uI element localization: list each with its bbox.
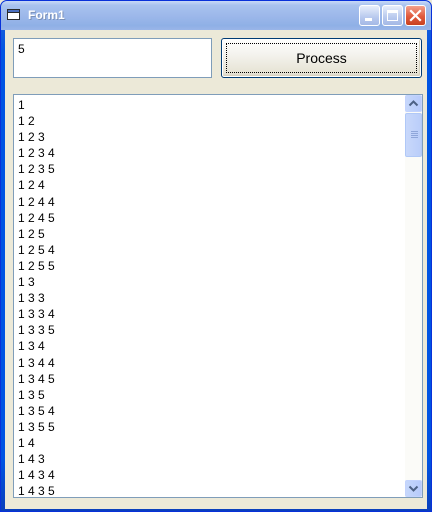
thumb-grip [411, 137, 418, 138]
vertical-scrollbar[interactable] [405, 95, 422, 497]
thumb-grip [411, 131, 418, 132]
scroll-down-button[interactable] [405, 480, 422, 497]
list-item[interactable]: 1 3 3 [16, 290, 402, 306]
list-item[interactable]: 1 2 3 5 [16, 161, 402, 177]
window-title: Form1 [28, 8, 65, 22]
close-button[interactable] [405, 5, 426, 26]
list-item[interactable]: 1 2 5 4 [16, 242, 402, 258]
maximize-icon [387, 10, 398, 21]
thumb-grip [411, 133, 418, 134]
form-window: Form1 5 Process 11 21 2 31 2 3 4 1 2 3 5… [0, 0, 432, 512]
focus-rectangle [226, 43, 417, 73]
scroll-up-button[interactable] [405, 95, 422, 112]
form-icon [7, 8, 21, 21]
list-item[interactable]: 1 3 4 [16, 338, 402, 354]
minimize-button[interactable] [359, 5, 380, 26]
list-item[interactable]: 1 3 5 5 [16, 419, 402, 435]
scroll-thumb[interactable] [405, 113, 422, 157]
close-icon [409, 9, 422, 22]
list-item[interactable]: 1 3 3 4 [16, 306, 402, 322]
list-item[interactable]: 1 3 4 4 [16, 355, 402, 371]
list-item[interactable]: 1 2 [16, 113, 402, 129]
list-items: 11 21 2 31 2 3 41 2 3 51 2 41 2 4 41 2 4… [16, 97, 402, 497]
list-item[interactable]: 1 2 4 5 [16, 210, 402, 226]
minimize-icon [365, 18, 372, 21]
list-item[interactable]: 1 2 5 [16, 226, 402, 242]
number-input-value: 5 [18, 42, 25, 56]
chevron-up-icon [408, 100, 419, 107]
number-input[interactable]: 5 [13, 38, 212, 78]
list-item[interactable]: 1 4 3 5 [16, 483, 402, 497]
list-item[interactable]: 1 3 5 4 [16, 403, 402, 419]
list-item[interactable]: 1 3 [16, 274, 402, 290]
process-button[interactable]: Process [221, 38, 422, 78]
list-item[interactable]: 1 [16, 97, 402, 113]
maximize-button[interactable] [382, 5, 403, 26]
list-item[interactable]: 1 3 5 [16, 387, 402, 403]
output-listbox[interactable]: 11 21 2 31 2 3 41 2 3 51 2 41 2 4 41 2 4… [13, 94, 423, 498]
list-item[interactable]: 1 3 4 5 [16, 371, 402, 387]
list-item[interactable]: 1 4 [16, 435, 402, 451]
thumb-grip [411, 135, 418, 136]
list-item[interactable]: 1 3 3 5 [16, 322, 402, 338]
chevron-down-icon [408, 485, 419, 492]
list-item[interactable]: 1 4 3 [16, 451, 402, 467]
list-item[interactable]: 1 4 3 4 [16, 467, 402, 483]
list-item[interactable]: 1 2 4 4 [16, 194, 402, 210]
form-client-area: 5 Process 11 21 2 31 2 3 41 2 3 51 2 41 … [5, 30, 427, 509]
list-item[interactable]: 1 2 5 5 [16, 258, 402, 274]
list-item[interactable]: 1 2 4 [16, 177, 402, 193]
list-item[interactable]: 1 2 3 4 [16, 145, 402, 161]
title-bar[interactable]: Form1 [1, 1, 431, 30]
list-item[interactable]: 1 2 3 [16, 129, 402, 145]
